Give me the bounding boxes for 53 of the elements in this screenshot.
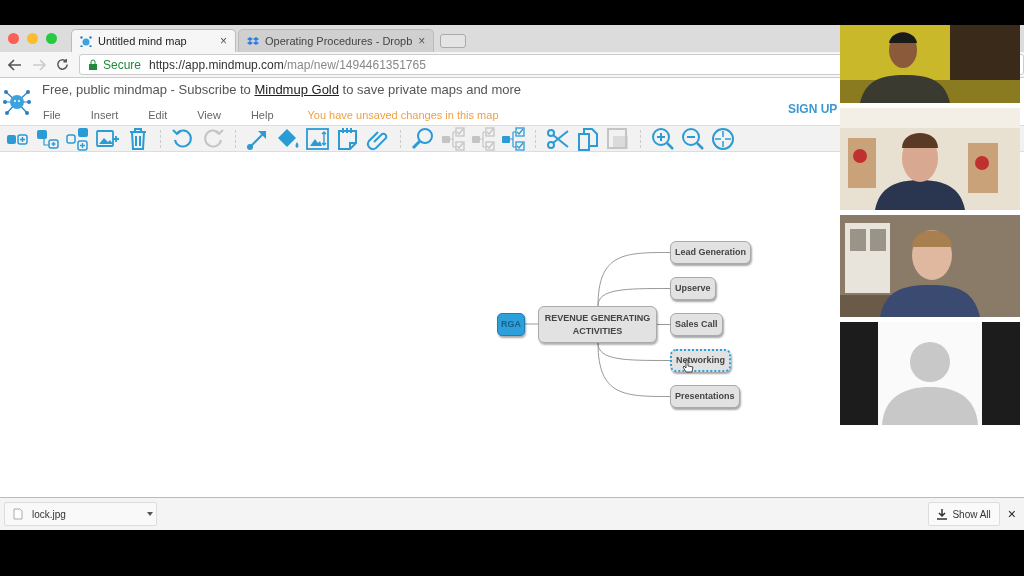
tree-icon[interactable] (501, 126, 525, 151)
secure-label: Secure (103, 56, 142, 74)
close-window-button[interactable] (8, 33, 19, 44)
show-all-button[interactable]: Show All (928, 502, 1000, 526)
download-file-name: lock.jpg (32, 507, 67, 522)
subscription-link[interactable]: Mindmup Gold (254, 82, 339, 97)
search-icon[interactable] (411, 126, 435, 151)
back-icon[interactable] (8, 58, 22, 71)
connector-line (656, 324, 671, 325)
download-icon (937, 508, 948, 520)
file-icon (13, 508, 23, 520)
unsaved-changes-notice: You have unsaved changes in this map (307, 107, 499, 123)
mind-map-node[interactable]: Sales Call (670, 313, 723, 336)
avatar-icon (878, 322, 982, 425)
scissors-icon[interactable] (546, 126, 570, 151)
paint-bucket-icon[interactable] (276, 126, 300, 151)
mind-map-node[interactable]: Upserve (670, 277, 716, 300)
menu-item[interactable]: View (197, 106, 221, 123)
menu-item[interactable]: Help (250, 106, 274, 123)
copy-icon[interactable] (576, 126, 600, 151)
close-button[interactable]: × (1007, 503, 1016, 525)
browser-tab[interactable]: Untitled mind map × (71, 29, 236, 52)
zoom-in-icon[interactable] (651, 126, 675, 151)
download-item[interactable]: lock.jpg (4, 502, 157, 526)
url-text: https://app.mindmup.com/map/new/1494461351765 (149, 56, 426, 74)
new-tab-button[interactable] (440, 34, 467, 48)
logo-icon[interactable] (3, 87, 31, 116)
mind-map-icon (80, 35, 92, 47)
add-parent-icon[interactable] (66, 126, 90, 151)
tab-title: Operating Procedures - Dropb (265, 33, 413, 49)
central-node[interactable]: REVENUE GENERATING ACTIVITIES (538, 306, 657, 343)
tab-close-button[interactable]: × (418, 32, 426, 50)
crosshair-icon[interactable] (711, 126, 735, 151)
image-size-icon[interactable] (306, 126, 330, 151)
subscription-banner-text: Free, public mindmap - Subscribe to Mindmup Gold to save private maps and more (42, 81, 522, 99)
mind-map-node[interactable]: Lead Generation (670, 241, 751, 264)
zoom-out-icon[interactable] (681, 126, 705, 151)
note-icon[interactable] (336, 126, 360, 151)
forward-icon[interactable] (32, 58, 46, 71)
mind-map-node[interactable]: Presentations (670, 385, 740, 408)
lock-icon (88, 59, 98, 70)
zoom-window-button[interactable] (46, 33, 57, 44)
menu-item[interactable]: Insert (90, 106, 119, 123)
browser-tab[interactable]: Operating Procedures - Dropb × (238, 29, 435, 52)
connector-line (524, 323, 539, 325)
mind-map-node[interactable]: Networking (670, 349, 731, 372)
reload-icon[interactable] (56, 58, 69, 71)
menu-item[interactable]: Edit (148, 106, 168, 123)
box-icon (247, 35, 259, 47)
menu-item[interactable]: File (43, 106, 61, 123)
tab-close-button[interactable]: × (220, 32, 227, 50)
tab-title: Untitled mind map (98, 33, 188, 49)
caret-icon[interactable] (147, 512, 153, 516)
